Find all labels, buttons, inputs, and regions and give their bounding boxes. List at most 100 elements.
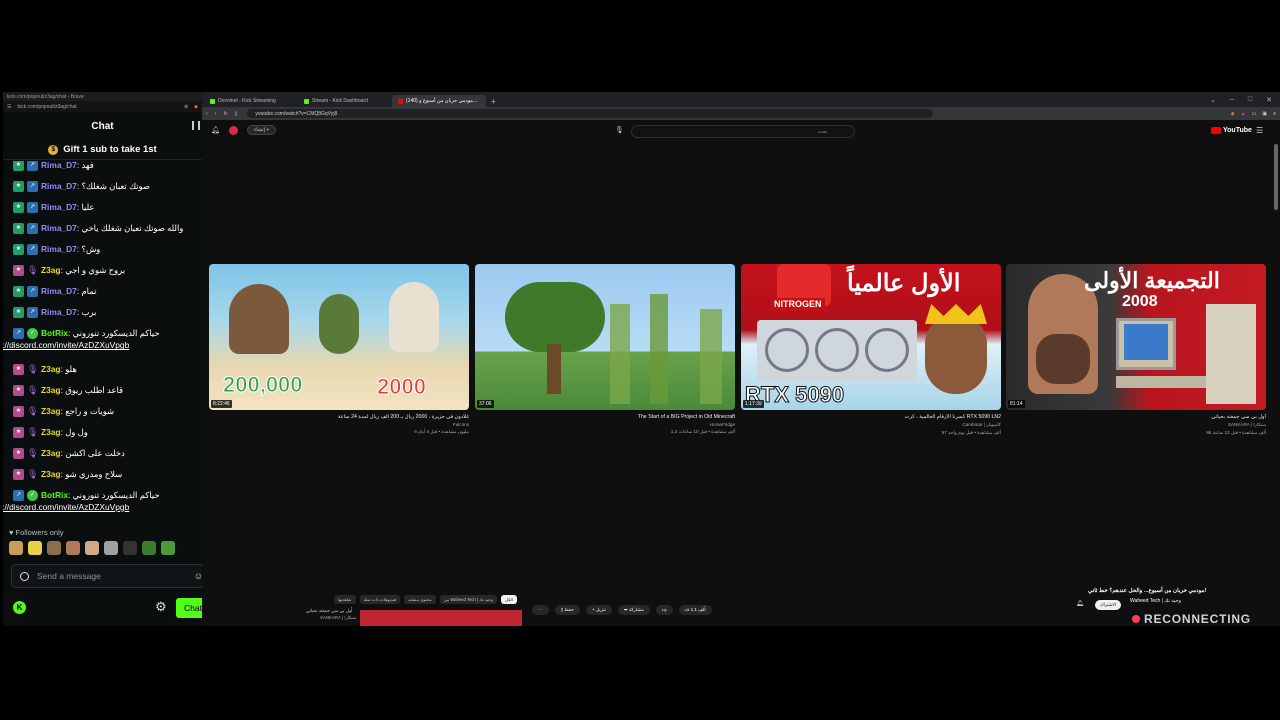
new-tab-button[interactable]: + [486, 97, 501, 107]
gift-banner[interactable]: $ Gift 1 sub to take 1st [3, 140, 202, 160]
emote-icon[interactable] [161, 541, 175, 555]
gear-icon[interactable]: ⚙ [155, 599, 167, 615]
video-card[interactable]: 200,000 2000 8:22:46 غلادون في جزيرة ، 2… [209, 264, 469, 435]
next-video-title[interactable]: أول بي سي جمعته بحياتي [306, 608, 352, 614]
account-avatar[interactable] [228, 125, 238, 135]
chat-username[interactable]: Rima_D7 [41, 202, 77, 212]
video-title[interactable]: أول بي سي جمعته بحياتي [1006, 414, 1266, 420]
sub2-badge-icon[interactable]: ★ [13, 265, 24, 277]
video-thumbnail[interactable]: التجميعة الأولى 2008 81:14 [1006, 264, 1266, 410]
bell-icon[interactable]: 🔔︎ [1076, 600, 1084, 607]
video-card[interactable]: التجميعة الأولى 2008 81:14 أول بي سي جمع… [1006, 264, 1266, 436]
video-card[interactable]: 37:06 The Start of a BIG Project in Old … [475, 264, 735, 435]
brave-shield-icon[interactable]: ◆ [1231, 111, 1235, 117]
chat-username[interactable]: BotRix [41, 490, 68, 500]
chat-message-input[interactable]: Send a message ☺ [11, 564, 202, 588]
emote-icon[interactable] [66, 541, 80, 555]
kick-badge-icon[interactable]: ↗ [27, 181, 38, 193]
emote-icon[interactable] [123, 541, 137, 555]
create-button[interactable]: إنشاء + [246, 125, 277, 135]
chat-username[interactable]: Rima_D7 [41, 181, 77, 191]
ver-badge-icon[interactable]: ✓ [27, 489, 38, 501]
now-playing-channel[interactable]: Waheed Tech | وحيد تك [1130, 598, 1181, 604]
mic-badge-icon[interactable]: 🎙︎ [27, 385, 38, 396]
mic-badge-icon[interactable]: 🎙︎ [27, 469, 38, 480]
wallet-icon[interactable]: ▣ [1262, 111, 1267, 117]
sub2-badge-icon[interactable]: ★ [13, 468, 24, 480]
share-button[interactable]: ➦ مشاركة [617, 605, 650, 615]
chat-username[interactable]: Z3ag [41, 364, 61, 374]
mic-badge-icon[interactable]: 🎙︎ [27, 406, 38, 417]
maximize-button[interactable]: □ [1248, 96, 1252, 104]
emote-icon[interactable] [9, 541, 23, 555]
site-info-icon[interactable]: ☰ [7, 104, 11, 110]
filter-chip[interactable]: محتوى مشابه [404, 595, 436, 604]
mic-badge-icon[interactable]: 🎙︎ [27, 364, 38, 375]
sub-badge-icon[interactable]: ★ [13, 244, 24, 256]
menu-icon[interactable]: ≡ [1273, 111, 1276, 117]
sub-badge-icon[interactable]: ★ [13, 307, 24, 319]
chat-username[interactable]: Rima_D7 [41, 286, 77, 296]
emote-icon[interactable] [47, 541, 61, 555]
mic-badge-icon[interactable]: 🎙︎ [27, 448, 38, 459]
more-actions-button[interactable]: ⋯ [532, 605, 549, 615]
kick-badge-icon[interactable]: ↗ [27, 202, 38, 214]
sub-badge-icon[interactable]: ★ [13, 181, 24, 193]
kick-address-bar[interactable]: ☰ kick.com/popout/z3ag/chat ⊕ ◆ [3, 101, 202, 112]
sub-badge-icon[interactable]: ★ [13, 161, 24, 172]
emote-picker-icon[interactable] [20, 571, 29, 581]
mic-badge-icon[interactable]: 🎙︎ [27, 265, 38, 276]
next-video-channel[interactable]: SANKARA | سنكارا [320, 615, 356, 621]
emote-icon[interactable] [142, 541, 156, 555]
rewards-icon[interactable]: ▲ [1241, 111, 1246, 117]
chat-username[interactable]: Z3ag [41, 448, 61, 458]
sub-badge-icon[interactable]: ★ [13, 202, 24, 214]
filter-chip[interactable]: من Waheed Tech | وحيد تك [439, 595, 498, 604]
video-channel[interactable]: Falcons [209, 422, 469, 427]
smiley-icon[interactable]: ☺ [194, 571, 202, 581]
url-field[interactable]: youtube.com/watch?v=CMQ8GqVyj8 [247, 109, 934, 118]
sub2-badge-icon[interactable]: ★ [13, 405, 24, 417]
kick-badge-icon[interactable]: ↗ [13, 489, 24, 501]
chat-username[interactable]: Z3ag [41, 427, 61, 437]
next-video-thumbnail[interactable] [360, 610, 522, 626]
sidebar-icon[interactable]: ▭ [1252, 111, 1257, 117]
sub2-badge-icon[interactable]: ★ [13, 447, 24, 459]
chat-link[interactable]: https://discord.com/invite/AzDZXuVpgb [3, 339, 198, 351]
kick-badge-icon[interactable]: ↗ [13, 328, 24, 340]
voice-search-icon[interactable]: 🎙︎ [615, 126, 624, 134]
chat-username[interactable]: Rima_D7 [41, 223, 77, 233]
browser-tab[interactable]: (140) مودمي خربان من أسبوع و... [392, 95, 486, 107]
like-button[interactable]: 👍︎ 1.1 ألف [678, 605, 712, 615]
video-title[interactable]: غلادون في جزيرة ، 2000 ريال بـ 200 الف ر… [209, 414, 469, 420]
ver-badge-icon[interactable]: ✓ [27, 328, 38, 340]
video-title[interactable]: كسرنا الأرقام العالمية ، كرت RTX 5090 LN… [741, 414, 1001, 420]
kick-badge-icon[interactable]: ↗ [27, 307, 38, 319]
subscribe-button[interactable]: الاشتراك [1095, 600, 1121, 610]
filter-chip[interactable]: فيديوهات ذات صلة [359, 595, 401, 604]
emote-icon[interactable] [104, 541, 118, 555]
tab-search-icon[interactable]: ⌄ [1210, 96, 1216, 104]
chat-username[interactable]: Z3ag [41, 265, 61, 275]
search-input[interactable]: بحث [631, 125, 855, 138]
zoom-icon[interactable]: ⊕ [184, 104, 188, 110]
video-thumbnail[interactable]: NITROGEN الأول عالمياً RTX 5090 1:17:39 [741, 264, 1001, 410]
sub-badge-icon[interactable]: ★ [13, 286, 24, 298]
chat-username[interactable]: Rima_D7 [41, 307, 77, 317]
sub2-badge-icon[interactable]: ★ [13, 384, 24, 396]
sub2-badge-icon[interactable]: ★ [13, 363, 24, 375]
brave-shield-icon[interactable]: ◆ [194, 104, 198, 110]
sidebar-toggle-icon[interactable] [192, 121, 200, 130]
video-channel[interactable]: HorseFridge [475, 422, 735, 427]
video-thumbnail[interactable]: 37:06 [475, 264, 735, 410]
kick-logo-icon[interactable]: K [13, 601, 26, 614]
emote-icon[interactable] [85, 541, 99, 555]
bookmark-icon[interactable]: ▯ [235, 111, 238, 117]
youtube-logo[interactable]: YouTube [1211, 127, 1252, 134]
chat-username[interactable]: Z3ag [41, 385, 61, 395]
chat-username[interactable]: Rima_D7 [41, 244, 77, 254]
kick-badge-icon[interactable]: ↗ [27, 161, 38, 172]
browser-tab[interactable]: Stream - Kick Dashboard [298, 95, 392, 107]
chat-send-button[interactable]: Chat [176, 598, 202, 618]
notifications-icon[interactable]: 🔔︎ [211, 126, 220, 134]
